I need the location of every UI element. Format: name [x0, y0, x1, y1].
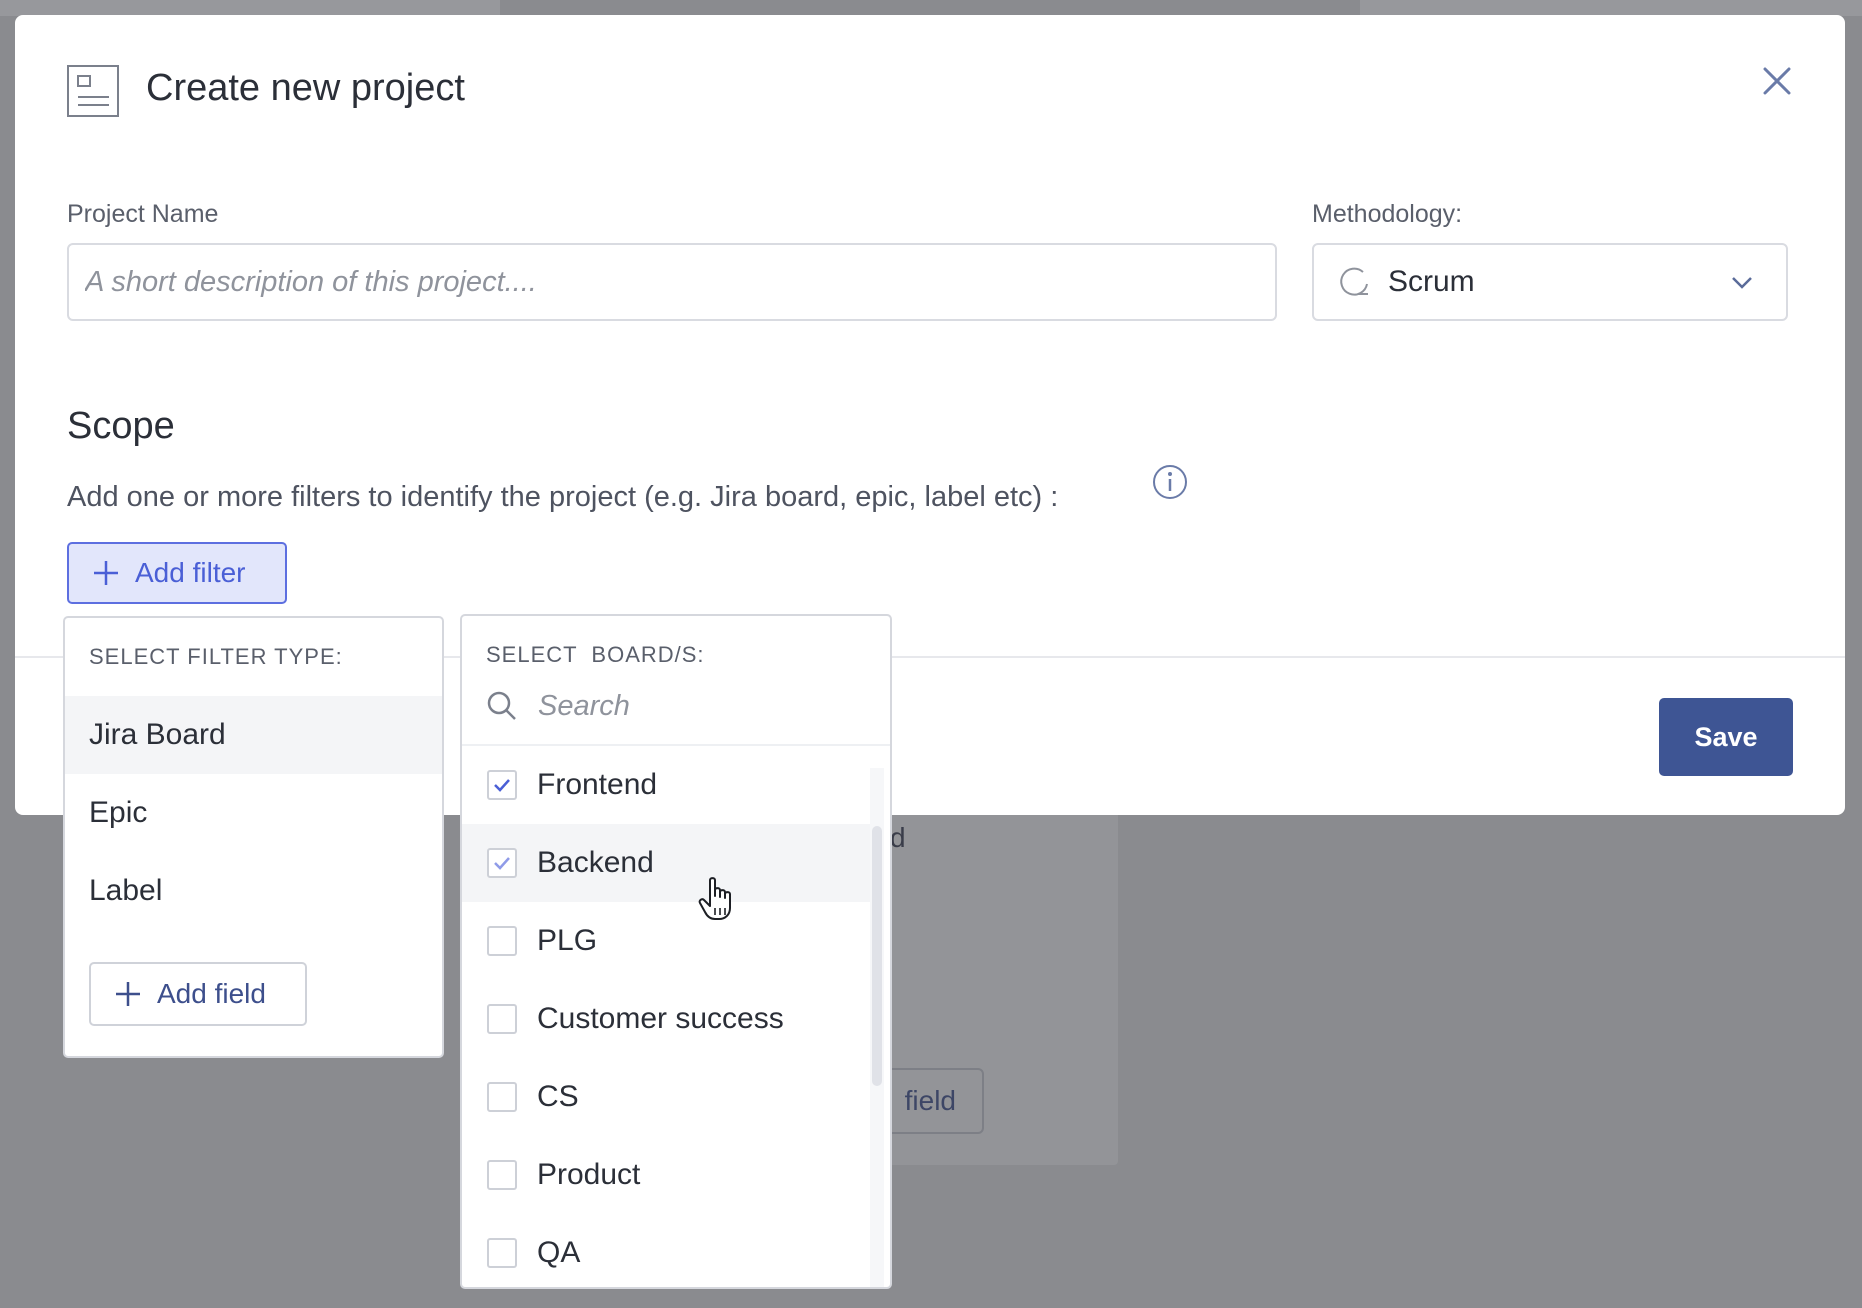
filter-type-jira-board[interactable]: Jira Board: [65, 696, 442, 774]
scrollbar-thumb[interactable]: [872, 826, 882, 1086]
checkbox[interactable]: [487, 1238, 517, 1268]
board-item-product[interactable]: Product: [462, 1136, 870, 1214]
info-icon[interactable]: [1152, 464, 1188, 500]
board-item-cs[interactable]: CS: [462, 1058, 870, 1136]
close-icon[interactable]: [1759, 63, 1795, 99]
filter-type-epic[interactable]: Epic: [65, 774, 442, 852]
methodology-label: Methodology:: [1312, 200, 1463, 228]
check-icon: [494, 857, 510, 870]
board-header: SELECT BOARD/S:: [486, 642, 705, 667]
hand-pointer-icon: [698, 877, 731, 920]
modal-title: Create new project: [146, 67, 465, 109]
board-label: QA: [537, 1236, 581, 1269]
board-dropdown: SELECT BOARD/S: Frontend Backend PLG Cus…: [460, 614, 892, 1289]
add-filter-label: Add filter: [135, 557, 246, 588]
refresh-icon: [1340, 267, 1368, 296]
board-list: Frontend Backend PLG Customer success CS…: [462, 746, 870, 1287]
scope-description: Add one or more filters to identify the …: [67, 481, 1059, 513]
checkbox[interactable]: [487, 926, 517, 956]
board-label: CS: [537, 1080, 579, 1113]
board-label: Backend: [537, 846, 654, 879]
plus-icon: [116, 982, 140, 1006]
methodology-select[interactable]: Scrum: [1312, 243, 1788, 321]
add-field-button[interactable]: Add field: [89, 962, 307, 1026]
add-filter-button[interactable]: Add filter: [67, 542, 287, 604]
chevron-down-icon: [1732, 277, 1752, 289]
save-button[interactable]: Save: [1659, 698, 1793, 776]
background-strip-left: [0, 0, 500, 16]
scope-title: Scope: [67, 405, 175, 447]
add-field-label: Add field: [157, 978, 266, 1009]
filter-type-label: Epic: [89, 796, 148, 829]
filter-type-label: Label: [89, 874, 163, 907]
board-label: Customer success: [537, 1002, 784, 1035]
board-label: Frontend: [537, 768, 658, 801]
checkbox[interactable]: [487, 1160, 517, 1190]
board-item-frontend[interactable]: Frontend: [462, 746, 870, 824]
plus-icon: [94, 561, 118, 585]
background-strip-right: [1360, 0, 1862, 16]
filter-type-label-item[interactable]: Label: [65, 852, 442, 930]
board-search-input[interactable]: [536, 688, 840, 724]
board-label: Product: [537, 1158, 641, 1191]
document-icon: [67, 65, 119, 117]
board-item-plg[interactable]: PLG: [462, 902, 870, 980]
search-icon: [487, 691, 516, 720]
checkbox[interactable]: [487, 770, 517, 800]
filter-type-dropdown: SELECT FILTER TYPE: Jira Board Epic Labe…: [63, 616, 444, 1058]
board-label: PLG: [537, 924, 598, 957]
board-search: [462, 668, 890, 746]
project-name-input[interactable]: [67, 243, 1277, 321]
project-name-label: Project Name: [67, 200, 219, 228]
checkbox[interactable]: [487, 1004, 517, 1034]
background-partial-text: d: [890, 822, 906, 853]
board-item-backend[interactable]: Backend: [462, 824, 870, 902]
check-icon: [494, 779, 510, 792]
board-item-qa[interactable]: QA: [462, 1214, 870, 1287]
filter-type-label: Jira Board: [89, 718, 226, 751]
checkbox[interactable]: [487, 848, 517, 878]
filter-type-header: SELECT FILTER TYPE:: [89, 644, 343, 669]
board-item-customer-success[interactable]: Customer success: [462, 980, 870, 1058]
methodology-value: Scrum: [1388, 265, 1475, 298]
checkbox[interactable]: [487, 1082, 517, 1112]
